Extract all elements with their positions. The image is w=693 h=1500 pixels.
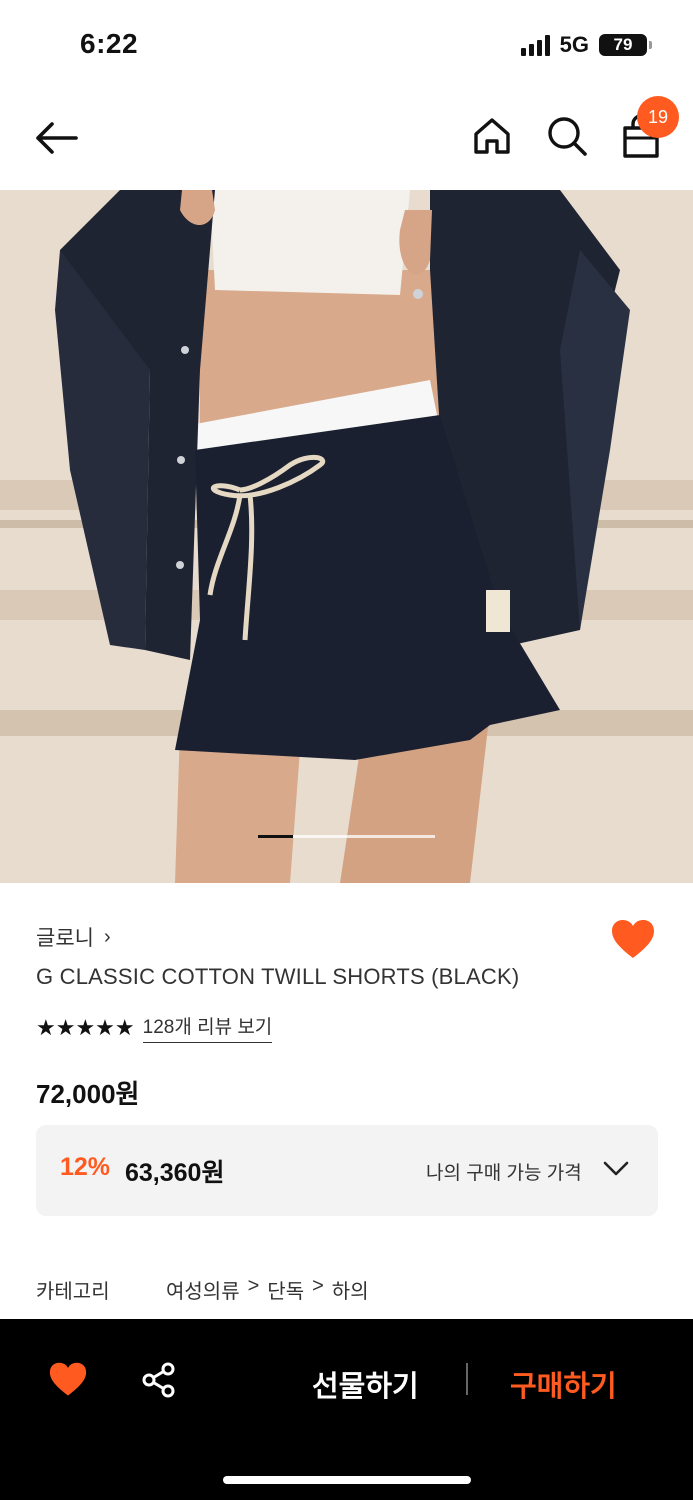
image-carousel-indicator xyxy=(258,835,435,838)
my-price-label: 나의 구매 가능 가격 xyxy=(426,1163,582,1184)
bottom-wishlist-button[interactable] xyxy=(48,1361,88,1399)
network-label: 5G xyxy=(559,32,589,57)
bottom-action-bar: 선물하기 구매하기 xyxy=(0,1319,693,1500)
divider xyxy=(466,1363,468,1395)
home-icon xyxy=(474,118,510,154)
wishlist-button[interactable] xyxy=(610,918,656,962)
product-title: G CLASSIC COTTON TWILL SHORTS (BLACK) xyxy=(36,964,520,989)
cart-count-badge: 19 xyxy=(637,96,679,138)
search-icon xyxy=(548,117,587,156)
chevron-right-icon: > xyxy=(247,1275,260,1297)
heart-icon xyxy=(49,1362,87,1396)
category-label: 카테고리 xyxy=(36,1281,110,1303)
chevron-down-icon xyxy=(603,1161,629,1176)
battery-icon: 79 xyxy=(599,34,652,56)
brand-name: 글로니 xyxy=(36,927,94,950)
gift-button[interactable]: 선물하기 xyxy=(312,1363,419,1405)
discount-price: 63,360원 xyxy=(125,1159,225,1187)
back-arrow-icon xyxy=(36,122,78,154)
heart-icon xyxy=(612,920,654,958)
brand-link[interactable]: 글로니 › xyxy=(36,922,111,952)
my-price-dropdown[interactable]: 12% 63,360원 나의 구매 가능 가격 xyxy=(36,1125,658,1216)
category-breadcrumb: 여성의류 > 단독 > 하의 xyxy=(166,1275,369,1304)
buy-button[interactable]: 구매하기 xyxy=(510,1363,617,1405)
signal-icon xyxy=(520,34,550,56)
share-icon xyxy=(142,1362,175,1398)
status-time: 6:22 xyxy=(80,28,139,59)
share-button[interactable] xyxy=(140,1361,178,1399)
category-item[interactable]: 여성의류 xyxy=(166,1275,240,1304)
home-button[interactable] xyxy=(470,114,514,158)
review-link[interactable]: 128개 리뷰 보기 xyxy=(142,1012,273,1043)
discount-rate: 12% xyxy=(60,1153,111,1181)
rating-row: ★★★★★ 128개 리뷰 보기 xyxy=(36,1012,273,1043)
chevron-right-icon: > xyxy=(312,1275,324,1297)
product-photo xyxy=(0,190,693,883)
battery-level: 79 xyxy=(613,35,633,54)
category-item[interactable]: 하의 xyxy=(332,1275,369,1304)
status-indicators: 5G 79 xyxy=(520,32,652,58)
search-button[interactable] xyxy=(545,114,589,158)
original-price: 72,000원 xyxy=(36,1079,140,1109)
carousel-active-segment xyxy=(258,835,293,838)
top-navigation: 19 xyxy=(0,88,693,190)
category-item[interactable]: 단독 xyxy=(267,1275,304,1304)
home-indicator[interactable] xyxy=(223,1476,471,1484)
star-rating-icon: ★★★★★ xyxy=(36,1014,135,1040)
back-button[interactable] xyxy=(30,116,82,160)
product-image[interactable] xyxy=(0,190,693,883)
chevron-right-icon: › xyxy=(103,925,111,948)
status-bar: 6:22 5G 79 xyxy=(0,0,693,88)
